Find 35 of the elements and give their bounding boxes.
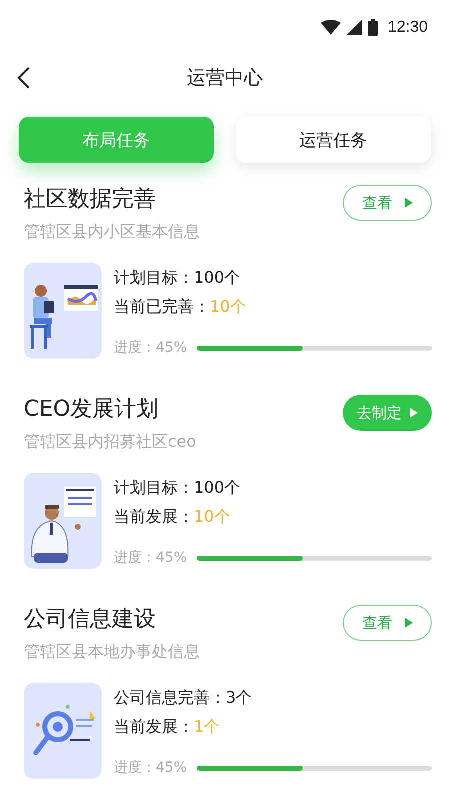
stat-label: 当前发展：: [114, 716, 194, 738]
task-description: 管辖区县内小区基本信息: [24, 221, 200, 243]
stat-label: 计划目标：: [114, 477, 194, 499]
stat-label: 计划目标：: [114, 267, 194, 289]
status-time: 12:30: [388, 18, 428, 36]
stat-label: 公司信息完善：: [114, 687, 226, 709]
page-title: 运营中心: [187, 66, 263, 91]
action-button[interactable]: 查看: [343, 185, 432, 221]
task-title: 社区数据完善: [24, 186, 157, 214]
stat-label: 当前已完善：: [114, 296, 210, 318]
stat-value: 100个: [194, 267, 241, 289]
wifi-icon: [320, 20, 341, 35]
back-icon[interactable]: [17, 67, 31, 89]
task-title: 公司信息建设: [24, 606, 157, 634]
battery-icon: [368, 19, 378, 36]
triangle-icon: [404, 198, 412, 208]
task-description: 管辖区县本地办事处信息: [24, 641, 200, 663]
stat-value: 3个: [226, 687, 252, 709]
triangle-icon: [404, 618, 412, 628]
progress-label: 进度：45%: [114, 759, 188, 777]
progress-label: 进度：45%: [114, 339, 188, 357]
stat-label: 当前发展：: [114, 506, 194, 528]
task-title: CEO发展计划: [24, 396, 160, 424]
triangle-icon: [410, 408, 418, 418]
stat-value: 100个: [194, 477, 241, 499]
tab[interactable]: 运营任务: [236, 117, 431, 163]
signal-icon: [346, 20, 362, 35]
task-description: 管辖区县内招募社区ceo: [24, 431, 196, 453]
progress-label: 进度：45%: [114, 549, 188, 567]
action-button[interactable]: 去制定: [343, 395, 432, 431]
action-button[interactable]: 查看: [343, 605, 432, 641]
stat-value: 10个: [210, 296, 246, 318]
tab[interactable]: 布局任务: [19, 117, 214, 163]
stat-value: 10个: [194, 506, 230, 528]
stat-value: 1个: [194, 716, 220, 738]
